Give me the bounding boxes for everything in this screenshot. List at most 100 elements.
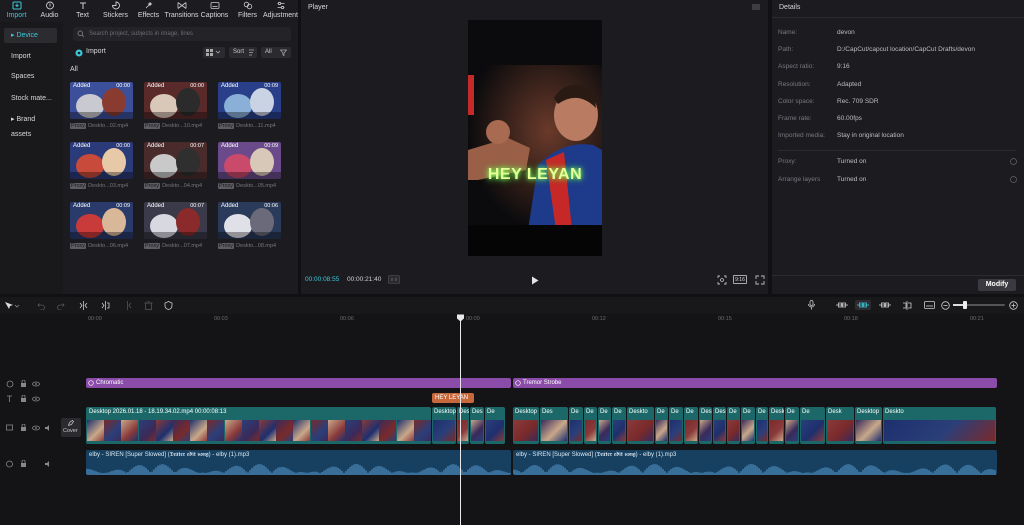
video-clip[interactable]: Deskto	[883, 407, 996, 444]
tab-import[interactable]: Import	[0, 0, 33, 21]
sidebar-item-import[interactable]: Import	[4, 49, 57, 64]
media-search-input[interactable]: Search project, subjects in image, lines	[73, 27, 291, 41]
video-clip[interactable]: De	[669, 407, 683, 444]
video-clip[interactable]: De	[598, 407, 611, 444]
microphone-icon[interactable]	[807, 300, 816, 310]
media-thumbnail[interactable]: Added 00:07	[144, 142, 207, 179]
video-clip[interactable]: Desk	[826, 407, 854, 444]
sidebar-item-brand-assets[interactable]: ▸ Brand assets	[4, 112, 57, 138]
effect-clip-chromatic[interactable]: Chromatic	[86, 378, 511, 388]
aspect-ratio-button[interactable]: 9:16	[733, 275, 747, 284]
split-right-icon[interactable]	[123, 301, 132, 310]
tab-captions[interactable]: Captions	[198, 0, 231, 21]
tab-transitions[interactable]: Transitions	[165, 0, 199, 21]
tab-audio[interactable]: Audio	[33, 0, 66, 21]
media-thumbnail[interactable]: Added 00:00	[70, 82, 133, 119]
video-clip[interactable]: De	[655, 407, 668, 444]
video-clip[interactable]: Deskto	[713, 407, 726, 444]
modify-button[interactable]: Modify	[978, 279, 1016, 291]
sidebar-item-spaces[interactable]: Spaces	[4, 69, 57, 84]
main-video-clip[interactable]: Desktop 2026.01.18 - 18.19.34.02.mp4 00:…	[86, 407, 431, 444]
sidebar-item-stock-material[interactable]: Stock mate...	[4, 91, 57, 106]
added-badge: Added	[221, 203, 239, 209]
video-clip[interactable]: De	[800, 407, 825, 444]
media-filename: Proxy Deskto...02.mp4	[70, 123, 129, 129]
text-clip[interactable]: HEY LEYAN	[432, 393, 474, 403]
video-clip[interactable]: De	[612, 407, 626, 444]
video-clip[interactable]: De	[584, 407, 597, 444]
cover-button[interactable]: Cover	[61, 418, 81, 437]
fit-screen-icon[interactable]	[717, 275, 727, 285]
video-clip[interactable]: De	[785, 407, 799, 444]
ruler-tick-label: 00:15	[718, 316, 732, 322]
view-toggle-button[interactable]	[203, 47, 225, 58]
snap-icon[interactable]	[879, 301, 891, 309]
fullscreen-icon[interactable]	[755, 275, 765, 285]
video-preview[interactable]: HEY LEYAN	[468, 20, 602, 256]
video-clip[interactable]: Des	[457, 407, 469, 444]
media-thumbnail[interactable]: Added 00:07	[144, 202, 207, 239]
player-menu-icon[interactable]	[752, 4, 760, 10]
redo-icon[interactable]	[57, 301, 66, 310]
video-clip[interactable]: Des	[540, 407, 568, 444]
shield-icon[interactable]	[164, 301, 173, 310]
zoom-slider[interactable]	[953, 301, 1005, 309]
import-button[interactable]: Import	[73, 47, 117, 59]
effect-clip-tremor-strobe[interactable]: Tremor Strobe	[513, 378, 997, 388]
tab-filters[interactable]: Filters	[231, 0, 264, 21]
video-clip[interactable]: De	[684, 407, 698, 444]
video-clip[interactable]: De	[727, 407, 740, 444]
media-duration: 00:07	[190, 143, 204, 149]
proxy-tag: Proxy	[70, 123, 87, 129]
preview-axis-icon[interactable]	[902, 301, 912, 310]
filmstrip-frame	[486, 420, 504, 441]
filmstrip-frame	[728, 420, 739, 441]
video-clip[interactable]: Deskt	[769, 407, 784, 444]
undo-icon[interactable]	[36, 301, 45, 310]
playhead-line[interactable]	[460, 316, 461, 525]
audio-clip-1[interactable]: elby - SIREN [Super Slowed] (𝕯𝖊𝖝𝖙𝖊𝖗 𝖊𝖉𝖎𝖙…	[86, 450, 511, 475]
tab-stickers[interactable]: Stickers	[99, 0, 132, 21]
timeline-ruler[interactable]	[0, 314, 1024, 326]
media-thumbnail[interactable]: Added 00:09	[218, 82, 281, 119]
info-icon[interactable]	[1010, 176, 1017, 183]
audio-clip-2[interactable]: elby - SIREN [Super Slowed] (𝕯𝖊𝖝𝖙𝖊𝖗 𝖊𝖉𝖎𝖙…	[513, 450, 997, 475]
playhead-handle-icon[interactable]	[456, 314, 465, 322]
tab-effects[interactable]: Effects	[132, 0, 165, 21]
tab-text[interactable]: Text	[66, 0, 99, 21]
filmstrip-frame	[155, 420, 173, 441]
split-icon[interactable]	[79, 301, 88, 310]
timecode-format-icon[interactable]	[388, 275, 400, 284]
video-clip[interactable]: Desktop	[699, 407, 712, 444]
select-tool-icon[interactable]	[4, 301, 20, 310]
media-thumbnail[interactable]: Added 00:00	[144, 82, 207, 119]
magnet-toggle[interactable]	[855, 300, 871, 310]
media-thumbnail[interactable]: Added 00:00	[70, 142, 133, 179]
sidebar-item-device[interactable]: ▸ Device	[4, 28, 57, 43]
video-clip[interactable]: Desktop	[855, 407, 882, 444]
tab-adjustment[interactable]: Adjustment	[263, 0, 298, 21]
video-clip[interactable]: De	[569, 407, 583, 444]
play-icon[interactable]	[531, 276, 539, 285]
media-thumbnail[interactable]: Added 00:09	[70, 202, 133, 239]
zoom-slider-handle[interactable]	[963, 301, 967, 309]
video-clip[interactable]: De	[741, 407, 755, 444]
delete-icon[interactable]	[144, 301, 153, 310]
media-thumbnail[interactable]: Added 00:09	[218, 142, 281, 179]
zoom-in-icon[interactable]	[1009, 301, 1018, 310]
video-clip[interactable]: Desktop	[513, 407, 539, 444]
zoom-out-icon[interactable]	[941, 301, 950, 310]
video-clip[interactable]: De	[485, 407, 505, 444]
filmstrip-frame	[362, 420, 380, 441]
caption-track-icon[interactable]	[924, 301, 935, 310]
info-icon[interactable]	[1010, 158, 1017, 165]
link-clips-icon[interactable]	[836, 301, 848, 309]
sort-button[interactable]: Sort	[229, 47, 257, 58]
video-clip[interactable]: Deskto	[627, 407, 654, 444]
video-clip[interactable]: Des	[470, 407, 484, 444]
filter-all-button[interactable]: All	[261, 47, 291, 58]
media-thumbnail[interactable]: Added 00:06	[218, 202, 281, 239]
video-clip[interactable]: Desktop 20	[432, 407, 456, 444]
split-left-icon[interactable]	[101, 301, 110, 310]
video-clip[interactable]: De	[756, 407, 768, 444]
